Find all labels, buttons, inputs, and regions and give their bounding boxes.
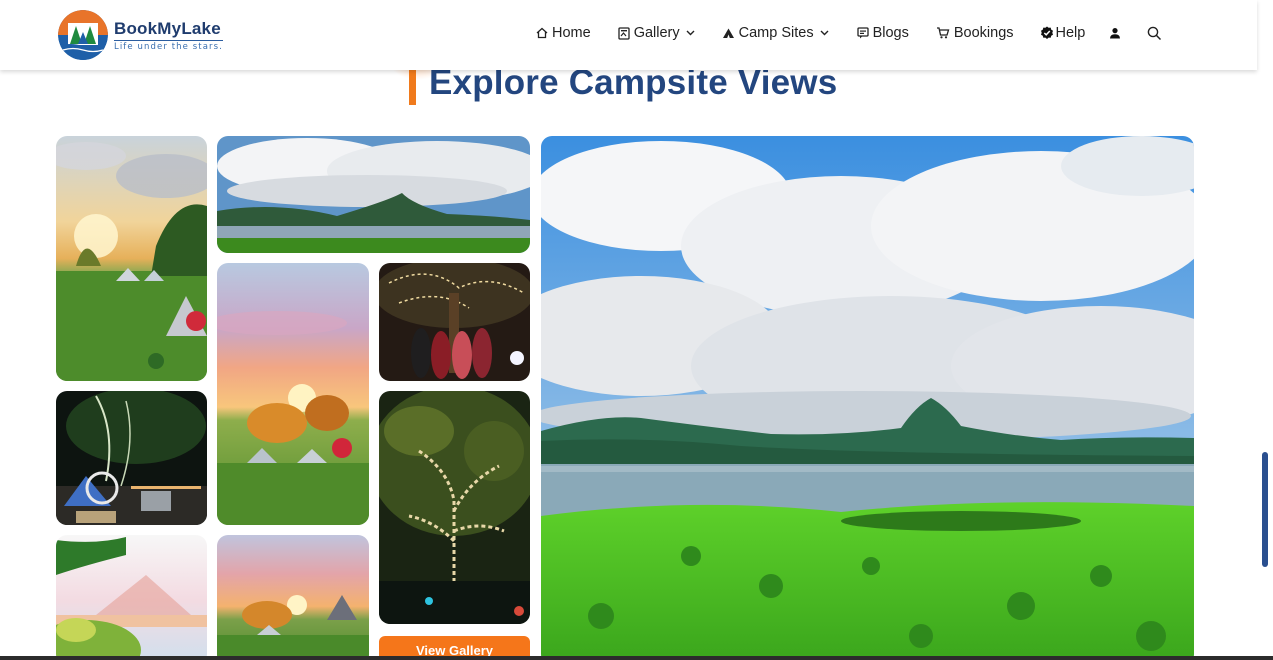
- gallery-photo-night-tree-lights[interactable]: [56, 391, 207, 525]
- nav-help-label: Help: [1055, 25, 1086, 41]
- nav-gallery-label: Gallery: [633, 25, 680, 41]
- nav-home-label: Home: [552, 25, 591, 41]
- main-nav: Home Gallery Camp Sites Blogs Bookings H…: [536, 25, 1162, 41]
- gallery-photo-sunset-campground[interactable]: [217, 263, 369, 525]
- gallery-icon: [618, 26, 630, 40]
- nav-camp-sites[interactable]: Camp Sites: [722, 25, 829, 41]
- gallery-photo-lake-peak-haze[interactable]: [56, 535, 207, 660]
- nav-gallery[interactable]: Gallery: [618, 25, 695, 41]
- nav-blogs[interactable]: Blogs: [856, 25, 909, 41]
- tent-icon: [722, 28, 734, 38]
- blog-icon: [856, 27, 869, 39]
- nav-camp-sites-label: Camp Sites: [738, 25, 814, 41]
- search-icon: [1148, 26, 1162, 40]
- nav-bookings[interactable]: Bookings: [936, 25, 1014, 41]
- gallery-photo-featured-lake-mountain[interactable]: [541, 136, 1194, 660]
- logo-mark-icon: [58, 10, 108, 60]
- cart-icon: [936, 27, 950, 39]
- help-badge-icon: [1040, 26, 1053, 39]
- chevron-down-icon: [820, 30, 829, 36]
- title-accent-bar: [409, 70, 416, 105]
- brand-logo[interactable]: BookMyLake Life under the stars.: [58, 10, 223, 60]
- site-header: BookMyLake Life under the stars. Home Ga…: [0, 0, 1257, 70]
- gallery-photo-sunset-tents-wide[interactable]: [217, 535, 369, 660]
- gallery-photo-lit-tree-night[interactable]: [379, 391, 530, 624]
- nav-blogs-label: Blogs: [872, 25, 909, 41]
- home-icon: [536, 27, 548, 39]
- user-icon: [1110, 28, 1121, 39]
- nav-help[interactable]: Help: [1040, 25, 1086, 41]
- page-scrollbar-thumb[interactable]: [1262, 452, 1268, 567]
- brand-tagline: Life under the stars.: [114, 39, 223, 52]
- gallery-photo-group-under-lights[interactable]: [379, 263, 530, 381]
- bottom-border: [0, 656, 1273, 660]
- search-button[interactable]: [1147, 26, 1162, 41]
- user-account-button[interactable]: [1109, 27, 1121, 39]
- chevron-down-icon: [686, 30, 695, 36]
- gallery-photo-sunset-tents[interactable]: [56, 136, 207, 381]
- nav-home[interactable]: Home: [536, 25, 591, 41]
- gallery-photo-lake-panorama[interactable]: [217, 136, 530, 253]
- nav-bookings-label: Bookings: [953, 25, 1014, 41]
- brand-name: BookMyLake: [114, 18, 221, 38]
